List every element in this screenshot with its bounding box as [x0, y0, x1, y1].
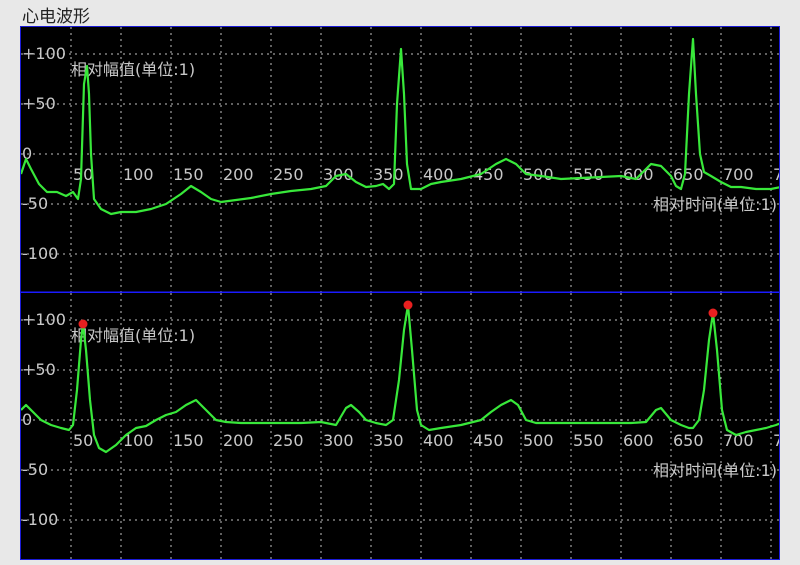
x-tick-label: 250 — [273, 431, 304, 450]
r-peak-marker — [708, 308, 718, 318]
y-axis-title: 相对幅值(单位:1) — [71, 326, 195, 345]
y-tick-label: +50 — [22, 360, 56, 379]
x-tick-label: 600 — [623, 165, 654, 184]
y-tick-label: +100 — [22, 44, 66, 63]
y-axis-title: 相对幅值(单位:1) — [71, 60, 195, 79]
x-tick-label: 550 — [573, 431, 604, 450]
x-tick-label: 650 — [673, 431, 704, 450]
x-tick-label: 600 — [623, 431, 654, 450]
x-tick-label: 7 — [773, 165, 779, 184]
x-tick-label: 350 — [373, 165, 404, 184]
x-tick-label: 650 — [673, 165, 704, 184]
x-axis-title: 相对时间(单位:1) — [653, 461, 777, 480]
x-tick-label: 50 — [73, 431, 93, 450]
y-tick-label: +100 — [22, 310, 66, 329]
clipped-footer — [22, 560, 142, 565]
x-tick-label: 150 — [173, 431, 204, 450]
x-tick-label: 300 — [323, 431, 354, 450]
y-tick-label: -50 — [22, 194, 48, 213]
y-tick-label: -100 — [22, 244, 58, 263]
ecg-chart-frame: +100 +50 0 -50 -100 50 100 150 200 250 300 350 400 45… — [20, 26, 780, 560]
x-tick-label: 250 — [273, 165, 304, 184]
r-peak-marker — [78, 319, 88, 329]
x-tick-label: 500 — [523, 431, 554, 450]
ecg-chart-svg: +100 +50 0 -50 -100 50 100 150 200 250 300 350 400 45… — [21, 27, 779, 559]
y-tick-label: -100 — [22, 510, 58, 529]
x-tick-label: 100 — [123, 165, 154, 184]
raw-ecg-panel: +100+500-50-10050 100 150 200 250 300 350 400 45… — [21, 27, 779, 292]
x-tick-label: 550 — [573, 165, 604, 184]
x-tick-label: 400 — [423, 431, 454, 450]
x-tick-label: 200 — [223, 431, 254, 450]
x-axis-title: 相对时间(单位:1) — [653, 195, 777, 214]
x-tick-label: 150 — [173, 165, 204, 184]
x-tick-label: 700 — [723, 165, 754, 184]
x-tick-label: 50 — [73, 165, 93, 184]
x-tick-label: 200 — [223, 165, 254, 184]
r-peak-marker — [403, 300, 413, 310]
x-tick-label: 350 — [373, 431, 404, 450]
y-tick-label: -50 — [22, 460, 48, 479]
x-tick-label: 7 — [773, 431, 779, 450]
filtered-ecg-panel: +100+500-50-10050 100 150 200 250 300 350 400 45… — [21, 293, 779, 559]
y-tick-label: +50 — [22, 94, 56, 113]
page-title: 心电波形 — [22, 7, 90, 27]
x-tick-label: 450 — [473, 431, 504, 450]
y-tick-label: 0 — [22, 410, 32, 429]
